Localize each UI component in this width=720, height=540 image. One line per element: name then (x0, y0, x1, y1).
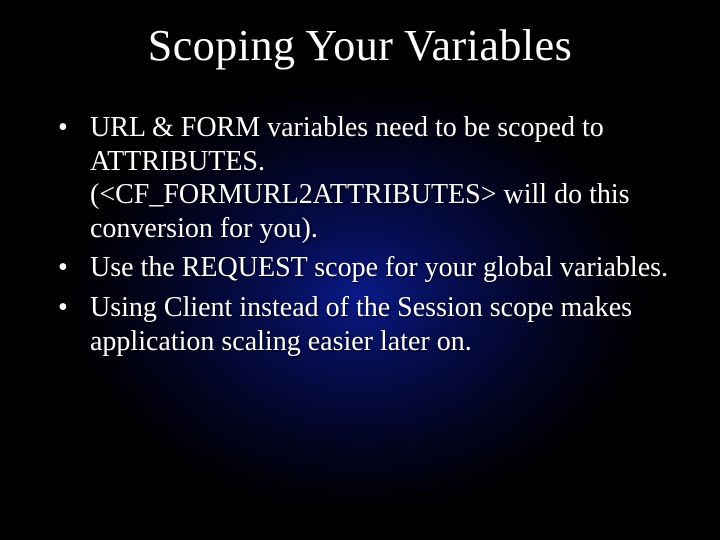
bullet-list: URL & FORM variables need to be scoped t… (50, 111, 670, 358)
slide-title: Scoping Your Variables (0, 0, 720, 81)
slide-body: URL & FORM variables need to be scoped t… (0, 81, 720, 358)
list-item: Using Client instead of the Session scop… (50, 291, 670, 358)
slide: Scoping Your Variables URL & FORM variab… (0, 0, 720, 540)
list-item: Use the REQUEST scope for your global va… (50, 251, 670, 285)
list-item: URL & FORM variables need to be scoped t… (50, 111, 670, 245)
